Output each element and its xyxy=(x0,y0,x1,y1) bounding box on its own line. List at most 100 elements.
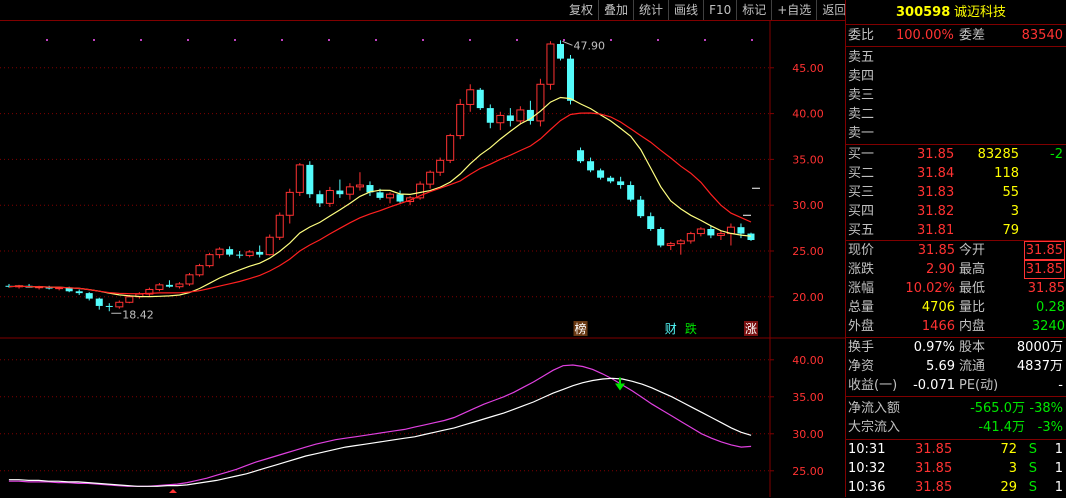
y-tick-label: 30.00 xyxy=(792,428,824,441)
candle-body-down xyxy=(647,216,655,230)
candle-body-up xyxy=(446,135,455,161)
top-marker-dot xyxy=(751,39,753,41)
tick-time: 10:36 xyxy=(848,480,886,495)
info-value: -0.071 xyxy=(913,378,955,393)
buy-price: 31.81 xyxy=(917,223,955,238)
sell-label: 卖五 xyxy=(848,50,875,65)
tick-price: 31.85 xyxy=(915,480,953,495)
info-value: 4837万 xyxy=(1016,359,1063,374)
candle-body-up xyxy=(215,248,224,256)
y-tick-label: 30.00 xyxy=(792,199,824,212)
top-marker-dot xyxy=(516,39,518,41)
weicha-value: 83540 xyxy=(1021,28,1063,43)
candle-body-up xyxy=(285,191,294,216)
top-marker-dot xyxy=(563,39,565,41)
info-value: 0.97% xyxy=(913,340,955,355)
buy-volume: 118 xyxy=(994,166,1019,181)
buy-label: 买五 xyxy=(848,223,875,238)
info-row-1: 净资 5.69 流通 4837万 xyxy=(846,357,1066,377)
info-label: 净资 xyxy=(848,359,875,374)
weibi-divider xyxy=(846,46,1066,47)
candle-body-up xyxy=(426,171,435,185)
candle-body-up xyxy=(676,240,685,245)
kline-chart[interactable]: 45.00 40.00 35.00 30.00 25.00 20.00 47.90 18.42… xyxy=(0,0,845,497)
candle-body-up xyxy=(496,114,505,124)
candle-body-down xyxy=(336,190,344,195)
low-price-label: 18.42 xyxy=(122,308,154,321)
sell-level-4: 卖一 xyxy=(846,124,1066,144)
candle-body-up xyxy=(456,103,465,137)
tick-price: 31.85 xyxy=(915,442,953,457)
event-marker: 榜 xyxy=(575,321,587,336)
event-marker: 财 xyxy=(665,322,677,336)
candle-body-up xyxy=(175,283,184,288)
candle-body-down xyxy=(95,298,103,306)
flow-row-0: 净流入额 -565.0万 -38% xyxy=(846,399,1066,419)
tick-count: 1 xyxy=(1054,442,1063,457)
buy-level-0: 买一 31.85 83285 -2 xyxy=(846,145,1066,165)
chart-area[interactable]: 复权 叠加 统计 画线 F10 标记 +自选 返回 45.00 40.00 35.00 30.00 2… xyxy=(0,0,846,497)
buy-price: 31.85 xyxy=(917,147,955,162)
info-value: 5.69 xyxy=(926,359,955,374)
header-divider xyxy=(846,24,1066,25)
buy-level-2: 买三 31.83 55 xyxy=(846,183,1066,203)
candle-body-down xyxy=(105,305,113,307)
candle-body-up xyxy=(686,233,695,242)
buy-level-1: 买二 31.84 118 xyxy=(846,164,1066,184)
candle-body-down xyxy=(566,58,575,101)
info-label: PE(动) xyxy=(959,378,999,393)
info-divider xyxy=(846,396,1066,397)
buy-level-4: 买五 31.81 79 xyxy=(846,221,1066,241)
candle-body-down xyxy=(476,89,484,109)
top-marker-dot xyxy=(375,39,377,41)
quote-value: 10.02% xyxy=(905,281,955,296)
buy-change: -2 xyxy=(1050,147,1063,162)
top-marker-dot xyxy=(328,39,330,41)
flow-value: -41.4万 xyxy=(978,420,1025,435)
top-marker-dot xyxy=(657,39,659,41)
candle-body-up xyxy=(155,284,164,290)
candle-body-down xyxy=(376,192,384,198)
candle-body-up xyxy=(205,254,214,267)
candle-body-down xyxy=(396,194,404,202)
candle-body-up xyxy=(536,83,545,122)
candle-body-up xyxy=(295,164,304,193)
quote-value: 31.85 xyxy=(1027,281,1065,296)
weibi-row: 委比 100.00% 委差 83540 xyxy=(846,26,1066,46)
quote-row-1: 涨跌 2.90 最高 31.85 xyxy=(846,260,1066,280)
y-tick-label: 25.00 xyxy=(792,245,824,258)
tick-side: S xyxy=(1028,461,1037,476)
buy-label: 买二 xyxy=(848,166,875,181)
candle-body-up xyxy=(666,243,675,246)
cross-arrow-up xyxy=(169,489,177,493)
top-marker-dot xyxy=(281,39,283,41)
stock-header: 300598 诚迈科技 xyxy=(846,3,1066,23)
candle-body-up xyxy=(245,251,254,257)
candle-body-up xyxy=(355,184,364,188)
quote-row-4: 外盘 1466 内盘 3240 xyxy=(846,317,1066,337)
info-value: 8000万 xyxy=(1016,340,1063,355)
y-tick-label: 35.00 xyxy=(792,153,824,166)
stock-code: 300598 xyxy=(896,5,951,20)
candle-body-up xyxy=(345,186,354,195)
sell-label: 卖三 xyxy=(848,88,875,103)
candle-body-down xyxy=(316,194,324,204)
candle-body-up xyxy=(716,233,725,236)
y-tick-label: 35.00 xyxy=(792,391,824,404)
candle-body-down xyxy=(707,229,715,236)
info-label: 收益(一) xyxy=(848,378,898,393)
candle-body-up xyxy=(516,109,525,122)
candle-body-down xyxy=(256,251,264,255)
tick-row-1: 10:32 31.85 3 S 1 xyxy=(846,459,1066,479)
quote-label: 现价 xyxy=(848,243,875,258)
buy-label: 买一 xyxy=(848,147,875,162)
weibi-label: 委比 xyxy=(848,28,875,43)
y-tick-label: 40.00 xyxy=(792,354,824,367)
event-marker: 涨 xyxy=(745,321,757,336)
high-price-label: 47.90 xyxy=(573,39,605,52)
candle-body-up xyxy=(386,193,395,199)
quote-label: 涨幅 xyxy=(848,281,875,296)
tick-time: 10:31 xyxy=(848,442,886,457)
buy-label: 买四 xyxy=(848,204,875,219)
candle-body-up xyxy=(696,228,705,235)
